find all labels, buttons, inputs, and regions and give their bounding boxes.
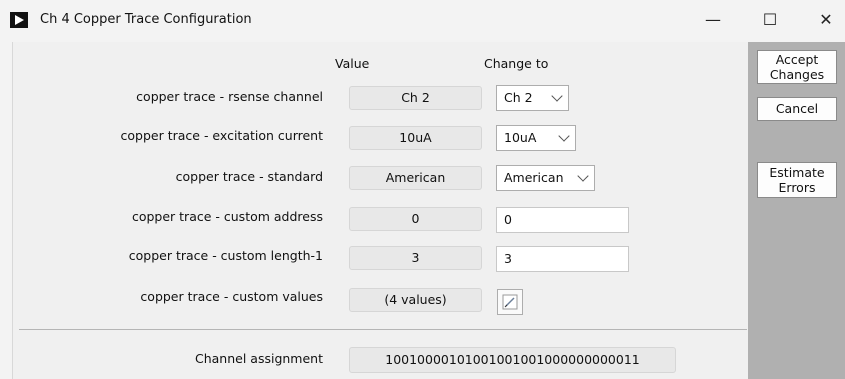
rsense-channel-value: Ch 2 — [349, 86, 482, 110]
cancel-button[interactable]: Cancel — [757, 97, 837, 121]
estimate-label-line1: Estimate — [769, 165, 825, 180]
rsense-channel-select[interactable]: Ch 2 — [496, 85, 569, 111]
chevron-down-icon — [558, 130, 570, 142]
custom-address-input[interactable]: 0 — [496, 207, 629, 233]
rsense-channel-selected: Ch 2 — [504, 90, 533, 105]
section-divider — [19, 329, 747, 330]
standard-value: American — [349, 166, 482, 190]
change-to-column-header: Change to — [484, 56, 549, 71]
chevron-down-icon — [577, 170, 589, 182]
custom-values-label: copper trace - custom values — [140, 289, 323, 304]
custom-length-value: 3 — [349, 246, 482, 270]
app-play-icon — [10, 12, 28, 28]
custom-length-input[interactable]: 3 — [496, 246, 629, 272]
pencil-icon — [502, 294, 518, 310]
rsense-channel-label: copper trace - rsense channel — [136, 89, 323, 104]
standard-selected: American — [504, 170, 564, 185]
close-icon[interactable]: ✕ — [806, 0, 845, 40]
excitation-current-selected: 10uA — [504, 130, 537, 145]
excitation-current-select[interactable]: 10uA — [496, 125, 576, 151]
edit-custom-values-button[interactable] — [497, 289, 523, 315]
custom-address-value: 0 — [349, 207, 482, 231]
estimate-errors-button[interactable]: Estimate Errors — [757, 162, 837, 198]
window-title: Ch 4 Copper Trace Configuration — [40, 12, 252, 27]
channel-assignment-label: Channel assignment — [195, 351, 323, 366]
custom-values-value: (4 values) — [349, 288, 482, 312]
standard-label: copper trace - standard — [175, 169, 323, 184]
channel-assignment-value: 10010000101001001001000000000011 — [349, 347, 676, 373]
value-column-header: Value — [335, 56, 370, 71]
minimize-icon[interactable]: — — [693, 0, 733, 40]
title-bar: Ch 4 Copper Trace Configuration — ☐ ✕ — [0, 0, 845, 40]
chevron-down-icon — [551, 90, 563, 102]
accept-changes-button[interactable]: Accept Changes — [757, 50, 837, 84]
excitation-current-value: 10uA — [349, 126, 482, 150]
standard-select[interactable]: American — [496, 165, 595, 191]
estimate-label-line2: Errors — [778, 180, 816, 195]
custom-length-label: copper trace - custom length-1 — [128, 248, 323, 263]
custom-address-label: copper trace - custom address — [131, 209, 323, 224]
accept-label-line2: Changes — [769, 67, 825, 82]
action-sidebar: Accept Changes Cancel Estimate Errors — [748, 42, 845, 379]
maximize-icon[interactable]: ☐ — [750, 0, 790, 40]
excitation-current-label: copper trace - excitation current — [120, 128, 323, 143]
accept-label-line1: Accept — [775, 52, 819, 67]
configuration-panel: Value Change to copper trace - rsense ch… — [12, 42, 748, 379]
